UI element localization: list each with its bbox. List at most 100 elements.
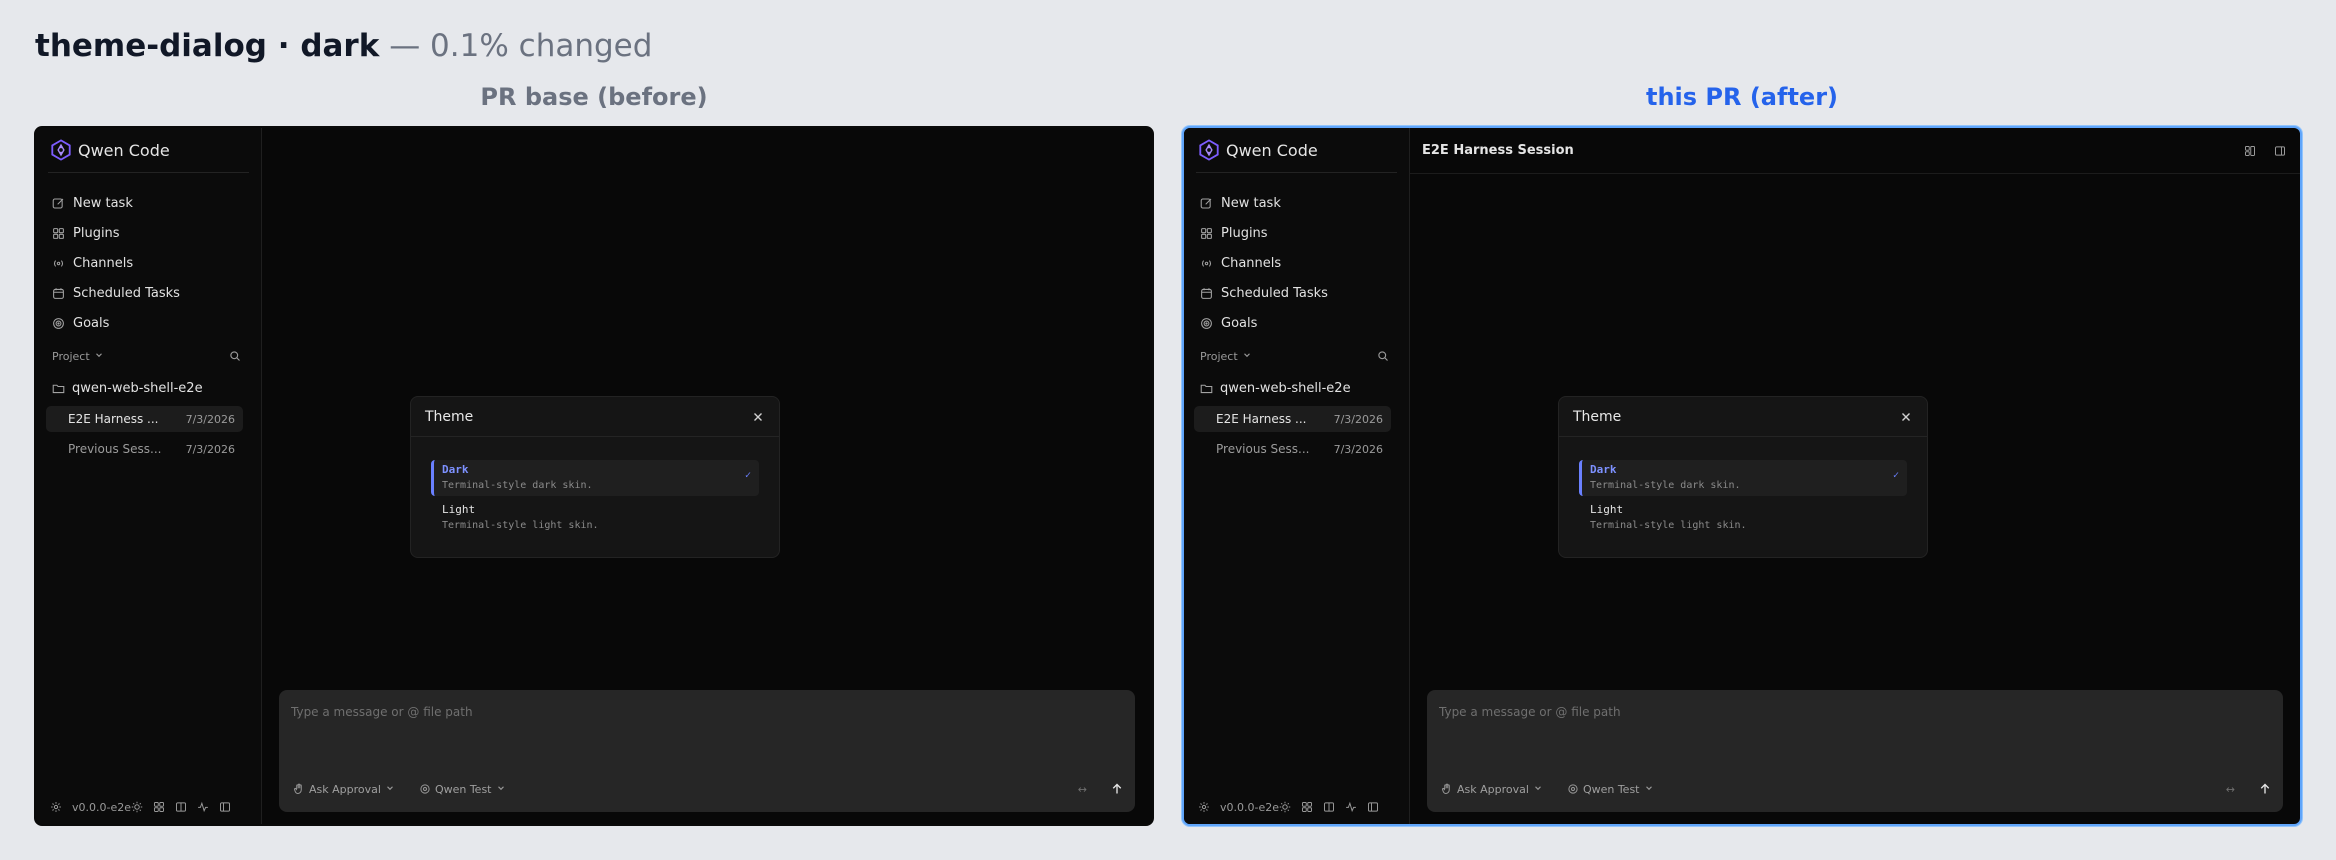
- option-name: Dark: [1590, 463, 1617, 476]
- calendar-icon: [1200, 287, 1213, 300]
- nav-goals[interactable]: Goals: [1200, 308, 1328, 338]
- nav-new-task[interactable]: New task: [1200, 188, 1328, 218]
- theme-option-dark[interactable]: Dark Terminal-style dark skin. ✓: [1579, 460, 1907, 496]
- app-name: Qwen Code: [1226, 140, 1318, 160]
- search-icon[interactable]: [229, 350, 241, 362]
- sidebar: Qwen Code New task Plugins Channels Sche…: [1184, 128, 1410, 824]
- project-folder[interactable]: qwen-web-shell-e2e: [52, 378, 203, 398]
- nav-plugins[interactable]: Plugins: [1200, 218, 1328, 248]
- theme-option-light[interactable]: Light Terminal-style light skin.: [1579, 500, 1907, 536]
- project-folder[interactable]: qwen-web-shell-e2e: [1200, 378, 1351, 398]
- nav-label: New task: [1221, 195, 1281, 211]
- layout-icon[interactable]: [2244, 145, 2256, 157]
- divider: [1196, 172, 1397, 173]
- apps-icon[interactable]: [1301, 801, 1313, 813]
- before-label: PR base (before): [480, 83, 708, 111]
- sidebar-toggle-icon[interactable]: [219, 801, 231, 813]
- dialog-header: Theme: [411, 397, 779, 437]
- plugin-icon: [52, 227, 65, 240]
- calendar-icon: [52, 287, 65, 300]
- page-heading-change: — 0.1% changed: [389, 28, 653, 64]
- option-description: Terminal-style dark skin.: [1590, 480, 1741, 491]
- nav-plugins[interactable]: Plugins: [52, 218, 180, 248]
- activity-icon[interactable]: [1345, 801, 1357, 813]
- brand[interactable]: Qwen Code: [1198, 138, 1318, 162]
- apps-icon[interactable]: [153, 801, 165, 813]
- nav-label: Plugins: [73, 225, 120, 241]
- session-item[interactable]: Previous Sess... 7/3/2026: [1194, 436, 1391, 462]
- sidebar-toggle-icon[interactable]: [1367, 801, 1379, 813]
- split-view-icon[interactable]: [175, 801, 187, 813]
- composer: Ask Approval Qwen Test ↔: [1427, 690, 2283, 812]
- version-label: v0.0.0-e2e: [1220, 800, 1280, 814]
- nav-channels[interactable]: Channels: [1200, 248, 1328, 278]
- session-item[interactable]: Previous Sess... 7/3/2026: [46, 436, 243, 462]
- nav-label: New task: [73, 195, 133, 211]
- target-icon: [1200, 317, 1213, 330]
- theme-option-light[interactable]: Light Terminal-style light skin.: [431, 500, 759, 536]
- model-dropdown[interactable]: Qwen Test: [1567, 783, 1656, 796]
- expand-icon[interactable]: ↔: [2226, 783, 2235, 796]
- project-label: Project: [1200, 349, 1238, 363]
- nav-label: Channels: [1221, 255, 1282, 271]
- divider: [48, 172, 249, 173]
- session-date: 7/3/2026: [1333, 412, 1383, 426]
- sidebar-footer: v0.0.0-e2e: [1198, 798, 1395, 816]
- chevron-down-icon: [1533, 783, 1545, 795]
- sun-icon[interactable]: [1279, 801, 1291, 813]
- session-title: E2E Harness ...: [68, 412, 159, 426]
- folder-icon: [52, 382, 65, 395]
- chevron-down-icon: [385, 783, 397, 795]
- project-dropdown[interactable]: Project: [1200, 350, 1254, 363]
- before-screenshot: Qwen Code New task Plugins Channels Sche…: [34, 126, 1154, 826]
- session-header-title: E2E Harness Session: [1422, 143, 1574, 158]
- option-description: Terminal-style light skin.: [1590, 520, 1747, 531]
- option-name: Light: [442, 503, 476, 516]
- composer: Ask Approval Qwen Test ↔: [279, 690, 1135, 812]
- nav-label: Scheduled Tasks: [73, 285, 180, 301]
- session-title: E2E Harness ...: [1216, 412, 1307, 426]
- sidebar-footer: v0.0.0-e2e: [50, 798, 247, 816]
- split-view-icon[interactable]: [1323, 801, 1335, 813]
- theme-option-dark[interactable]: Dark Terminal-style dark skin. ✓: [431, 460, 759, 496]
- search-icon[interactable]: [1377, 350, 1389, 362]
- session-item-active[interactable]: E2E Harness ... 7/3/2026: [1194, 406, 1391, 432]
- model-label: Qwen Test: [434, 782, 492, 796]
- nav-channels[interactable]: Channels: [52, 248, 180, 278]
- after-label: this PR (after): [1645, 83, 1838, 111]
- model-dropdown[interactable]: Qwen Test: [419, 783, 508, 796]
- brand[interactable]: Qwen Code: [50, 138, 170, 162]
- theme-dialog: Theme Dark Terminal-style dark skin. ✓ L…: [1558, 396, 1928, 558]
- nav-new-task[interactable]: New task: [52, 188, 180, 218]
- project-dropdown[interactable]: Project: [52, 350, 106, 363]
- approval-mode-dropdown[interactable]: Ask Approval: [293, 783, 397, 796]
- close-icon[interactable]: [751, 410, 765, 424]
- main-area: E2E Harness Session Theme Dark Terminal-…: [1410, 128, 2300, 824]
- nav-scheduled-tasks[interactable]: Scheduled Tasks: [1200, 278, 1328, 308]
- session-item-active[interactable]: E2E Harness ... 7/3/2026: [46, 406, 243, 432]
- plugin-icon: [1200, 227, 1213, 240]
- project-row: Project: [52, 346, 241, 366]
- nav-label: Channels: [73, 255, 134, 271]
- broadcast-icon: [1200, 257, 1213, 270]
- send-icon[interactable]: [2259, 783, 2271, 795]
- after-screenshot: Qwen Code New task Plugins Channels Sche…: [1182, 126, 2302, 826]
- message-input[interactable]: [1439, 702, 2039, 722]
- expand-icon[interactable]: ↔: [1078, 783, 1087, 796]
- panel-toggle-icon[interactable]: [2274, 145, 2286, 157]
- message-input[interactable]: [291, 702, 891, 722]
- version-label: v0.0.0-e2e: [72, 800, 132, 814]
- close-icon[interactable]: [1899, 410, 1913, 424]
- sun-icon[interactable]: [131, 801, 143, 813]
- gear-icon[interactable]: [50, 801, 62, 813]
- sidebar-nav: New task Plugins Channels Scheduled Task…: [52, 188, 180, 338]
- send-icon[interactable]: [1111, 783, 1123, 795]
- gear-icon[interactable]: [1198, 801, 1210, 813]
- activity-icon[interactable]: [197, 801, 209, 813]
- approval-mode-dropdown[interactable]: Ask Approval: [1441, 783, 1545, 796]
- folder-icon: [1200, 382, 1213, 395]
- nav-goals[interactable]: Goals: [52, 308, 180, 338]
- nav-scheduled-tasks[interactable]: Scheduled Tasks: [52, 278, 180, 308]
- approval-label: Ask Approval: [309, 782, 381, 796]
- nav-label: Scheduled Tasks: [1221, 285, 1328, 301]
